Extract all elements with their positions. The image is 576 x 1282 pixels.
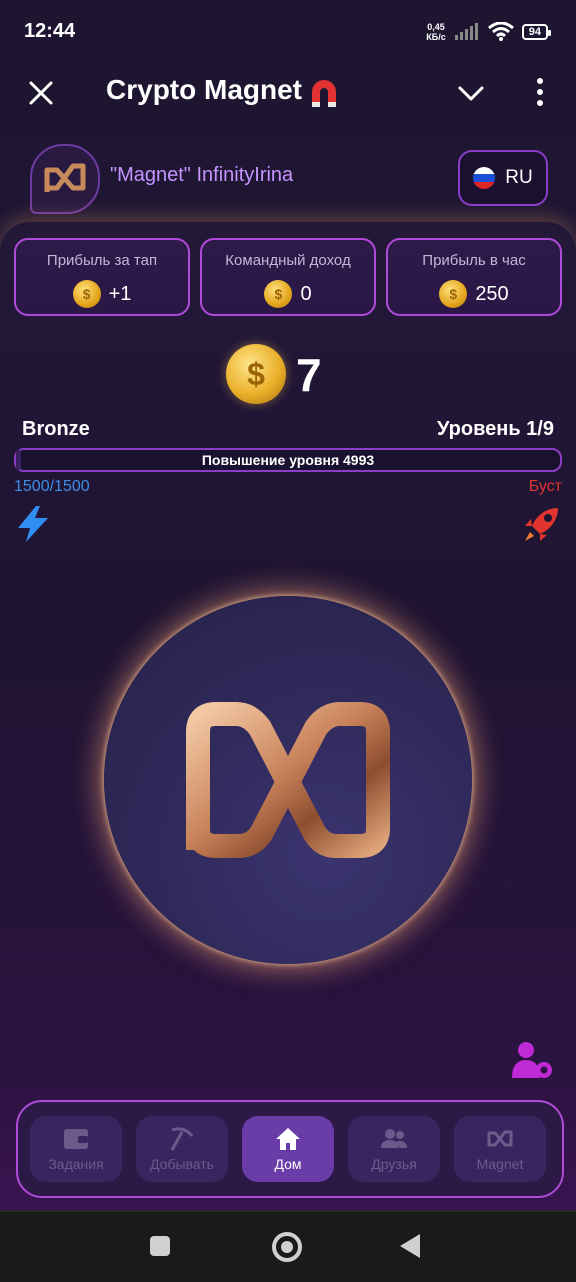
nav-friends[interactable]: Друзья [348,1116,440,1182]
coin-icon: $ [72,280,101,308]
network-speed: 0,45 КБ/с [426,22,446,42]
lightning-icon [18,506,48,542]
rocket-icon[interactable] [522,504,562,544]
infinity-icon [487,1130,513,1147]
nav-home[interactable]: Дом [242,1116,334,1182]
nav-label: Друзья [371,1156,417,1172]
battery-indicator: 94 [521,24,552,40]
russia-flag-icon [473,167,496,189]
stat-value: 250 [475,282,509,305]
bottom-navigation: Задания Добывать Дом Друзья Magnet [16,1100,564,1198]
nav-label: Дом [274,1156,302,1172]
stat-label: Прибыль за тап [46,252,158,269]
app-title: Crypto Magnet [106,74,302,105]
infinity-logo-icon [186,702,390,858]
status-time: 12:44 [24,20,76,42]
avatar-infinity-icon [44,163,86,192]
avatar[interactable] [30,144,100,214]
stat-value: 0 [300,282,312,305]
level-indicator: Уровень 1/9 [436,418,554,440]
balance-coin-icon: $ [226,344,286,404]
recents-button[interactable] [150,1236,170,1256]
status-indicators: 0,45 КБ/с 94 [426,22,552,42]
nav-mine[interactable]: Добывать [136,1116,228,1182]
nav-tasks[interactable]: Задания [30,1116,122,1182]
username: "Magnet" InfinityIrina [110,164,294,186]
language-button[interactable]: RU [458,150,548,206]
home-icon [276,1128,300,1150]
nav-magnet[interactable]: Magnet [454,1116,546,1182]
more-options-icon[interactable] [530,76,550,108]
nav-label: Задания [48,1156,104,1172]
stat-label: Прибыль в час [422,252,526,269]
coin-icon: $ [439,280,468,308]
home-system-button[interactable] [272,1232,302,1262]
close-icon[interactable] [26,78,56,108]
wallet-icon [64,1129,88,1149]
pickaxe-icon [170,1127,194,1151]
progress-text: Повышение уровня 4993 [201,452,375,468]
profit-per-tap-card[interactable]: Прибыль за тап $ +1 [14,238,190,316]
level-progress-bar: Повышение уровня 4993 [14,448,562,472]
coin-icon: $ [264,280,293,308]
friends-icon [381,1129,407,1148]
stat-label: Командный доход [225,252,351,269]
nav-label: Magnet [476,1156,524,1172]
balance-value: 7 [296,349,322,401]
team-income-card[interactable]: Командный доход $ 0 [200,238,376,316]
signal-icon [454,23,478,40]
wifi-icon [487,22,514,41]
energy-value: 1500/1500 [14,478,90,495]
league-name[interactable]: Bronze [22,418,90,441]
system-navigation-bar [0,1210,576,1282]
nav-label: Добывать [150,1156,214,1172]
profit-per-hour-card[interactable]: Прибыль в час $ 250 [386,238,562,316]
app-bar: Crypto Magnet [0,64,576,124]
stat-value: +1 [108,282,132,305]
status-bar: 12:44 0,45 КБ/с 94 [0,0,576,64]
team-settings-icon[interactable] [510,1040,556,1082]
boost-label[interactable]: Буст [529,478,562,496]
chevron-down-icon[interactable] [456,80,486,106]
back-button[interactable] [400,1234,420,1258]
magnet-icon [312,80,336,107]
language-label: RU [505,167,533,188]
